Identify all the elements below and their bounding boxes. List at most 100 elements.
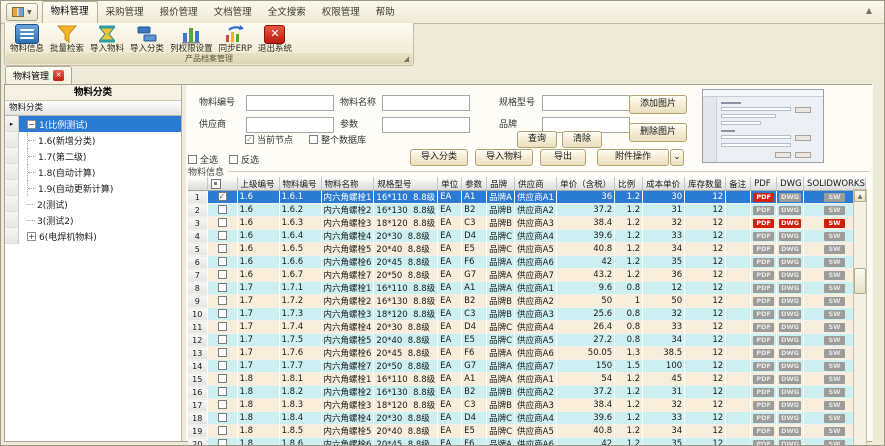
pdf-badge[interactable]: PDF — [753, 271, 774, 280]
row-checkbox[interactable] — [207, 230, 237, 243]
dwg-badge[interactable]: DWG — [779, 206, 801, 215]
dwg-badge-cell[interactable]: DWG — [777, 399, 804, 412]
sw-badge[interactable]: SW — [824, 297, 845, 306]
sw-badge[interactable]: SW — [824, 258, 845, 267]
material-name-input[interactable] — [382, 95, 470, 111]
ribbon-tab-help[interactable]: 帮助 — [368, 3, 403, 23]
table-row[interactable]: 81.71.7.1内六角螺栓116*110 8.8级EAA1品牌A供应商A19.… — [188, 282, 865, 295]
row-checkbox[interactable] — [207, 256, 237, 269]
table-row[interactable]: 151.81.8.1内六角螺栓116*110 8.8级EAA1品牌A供应商A15… — [188, 373, 865, 386]
import-category-button[interactable]: 导入分类 — [410, 149, 468, 166]
column-header[interactable]: DWG — [777, 177, 804, 191]
pdf-badge-cell[interactable]: PDF — [751, 438, 777, 446]
tree-item-node-3[interactable]: 3(测试2) — [5, 212, 181, 228]
dwg-badge[interactable]: DWG — [779, 271, 801, 280]
pdf-badge-cell[interactable]: PDF — [751, 243, 777, 256]
table-row[interactable]: 91.71.7.2内六角螺栓216*130 8.8级EAB2品牌B供应商A250… — [188, 295, 865, 308]
dwg-badge-cell[interactable]: DWG — [777, 347, 804, 360]
dwg-badge-cell[interactable]: DWG — [777, 373, 804, 386]
sw-badge[interactable]: SW — [824, 414, 845, 423]
tree-item-content[interactable]: −1(比例测试) — [19, 116, 181, 132]
sw-badge[interactable]: SW — [824, 427, 845, 436]
dwg-badge[interactable]: DWG — [779, 336, 801, 345]
dwg-badge-cell[interactable]: DWG — [777, 230, 804, 243]
query-button[interactable]: 查询 — [517, 131, 557, 148]
pdf-badge[interactable]: PDF — [753, 349, 774, 358]
pdf-badge-cell[interactable]: PDF — [751, 191, 777, 204]
row-checkbox[interactable] — [207, 412, 237, 425]
ribbon-button-sync-erp[interactable]: 同步ERP — [216, 23, 255, 54]
table-row[interactable]: 21.61.6.2内六角螺栓216*130 8.8级EAB2品牌B供应商A237… — [188, 204, 865, 217]
column-header[interactable]: 规格型号 — [374, 177, 438, 191]
row-checkbox[interactable] — [207, 321, 237, 334]
ribbon-button-column-permission-settings[interactable]: 列权限设置 — [167, 23, 216, 54]
dwg-badge[interactable]: DWG — [779, 193, 801, 202]
sw-badge[interactable]: SW — [824, 284, 845, 293]
tree-item-content[interactable]: 2(测试) — [19, 196, 181, 212]
pdf-badge-cell[interactable]: PDF — [751, 295, 777, 308]
pdf-badge[interactable]: PDF — [753, 427, 774, 436]
row-checkbox[interactable] — [207, 243, 237, 256]
row-checkbox[interactable] — [207, 360, 237, 373]
row-checkbox[interactable] — [207, 438, 237, 446]
pdf-badge[interactable]: PDF — [753, 284, 774, 293]
pdf-badge-cell[interactable]: PDF — [751, 230, 777, 243]
pdf-badge-cell[interactable]: PDF — [751, 308, 777, 321]
pdf-badge-cell[interactable]: PDF — [751, 204, 777, 217]
dwg-badge-cell[interactable]: DWG — [777, 412, 804, 425]
dwg-badge[interactable]: DWG — [779, 414, 801, 423]
scroll-up-icon[interactable]: ▲ — [854, 190, 866, 202]
pdf-badge[interactable]: PDF — [753, 310, 774, 319]
column-header[interactable]: 参数 — [462, 177, 487, 191]
document-tab-material-management[interactable]: 物料管理 ✕ — [5, 66, 72, 84]
pdf-badge[interactable]: PDF — [753, 401, 774, 410]
clear-button[interactable]: 清除 — [562, 131, 602, 148]
pdf-badge-cell[interactable]: PDF — [751, 321, 777, 334]
dwg-badge-cell[interactable]: DWG — [777, 282, 804, 295]
sw-badge[interactable]: SW — [824, 388, 845, 397]
dwg-badge-cell[interactable]: DWG — [777, 191, 804, 204]
sw-badge[interactable]: SW — [824, 336, 845, 345]
row-checkbox[interactable] — [207, 269, 237, 282]
table-row[interactable]: 31.61.6.3内六角螺栓318*120 8.8级EAC3品牌B供应商A338… — [188, 217, 865, 230]
pdf-badge-cell[interactable]: PDF — [751, 386, 777, 399]
tree-item-node-1-6[interactable]: 1.6(新增分类) — [5, 132, 181, 148]
row-checkbox[interactable] — [207, 425, 237, 438]
material-code-input[interactable] — [246, 95, 334, 111]
column-header[interactable]: 物料编号 — [279, 177, 321, 191]
table-row[interactable]: 1✓1.61.6.1内六角螺栓116*110 8.8级EAA1品牌A供应商A13… — [188, 191, 865, 204]
column-header[interactable]: 单位 — [438, 177, 462, 191]
delete-image-button[interactable]: 删除图片 — [629, 123, 687, 142]
tree-item-node-2[interactable]: 2(测试) — [5, 196, 181, 212]
ribbon-button-import-category[interactable]: 导入分类 — [127, 23, 167, 54]
export-button[interactable]: 导出 — [540, 149, 586, 166]
table-row[interactable]: 51.61.6.5内六角螺栓520*40 8.8级EAE5品牌C供应商A540.… — [188, 243, 865, 256]
dwg-badge-cell[interactable]: DWG — [777, 217, 804, 230]
tree-item-content[interactable]: 3(测试2) — [19, 212, 181, 228]
column-header[interactable]: 比例 — [615, 177, 643, 191]
ribbon-button-import-material[interactable]: 导入物料 — [87, 23, 127, 54]
column-header[interactable]: 成本单价 — [643, 177, 685, 191]
dwg-badge[interactable]: DWG — [779, 362, 801, 371]
invert-select-checkbox[interactable]: 反选 — [229, 153, 259, 166]
row-checkbox[interactable] — [207, 282, 237, 295]
tree-item-node-1-7[interactable]: 1.7(第二级) — [5, 148, 181, 164]
sw-badge[interactable]: SW — [824, 349, 845, 358]
pdf-badge[interactable]: PDF — [753, 323, 774, 332]
dwg-badge-cell[interactable]: DWG — [777, 334, 804, 347]
supplier-input[interactable] — [246, 117, 334, 133]
pdf-badge[interactable]: PDF — [753, 193, 774, 202]
sw-badge[interactable]: SW — [824, 375, 845, 384]
pdf-badge[interactable]: PDF — [753, 375, 774, 384]
table-row[interactable]: 71.61.6.7内六角螺栓720*50 8.8级EAG7品牌A供应商A743.… — [188, 269, 865, 282]
dwg-badge[interactable]: DWG — [779, 297, 801, 306]
dwg-badge-cell[interactable]: DWG — [777, 425, 804, 438]
tree-item-content[interactable]: 1.9(自动更新计算) — [19, 180, 181, 196]
dwg-badge-cell[interactable]: DWG — [777, 438, 804, 446]
close-icon[interactable]: ✕ — [53, 70, 64, 81]
table-row[interactable]: 191.81.8.5内六角螺栓520*40 8.8级EAE5品牌C供应商A540… — [188, 425, 865, 438]
pdf-badge[interactable]: PDF — [753, 362, 774, 371]
row-checkbox[interactable] — [207, 217, 237, 230]
pdf-badge[interactable]: PDF — [753, 297, 774, 306]
column-header[interactable]: 供应商 — [515, 177, 557, 191]
